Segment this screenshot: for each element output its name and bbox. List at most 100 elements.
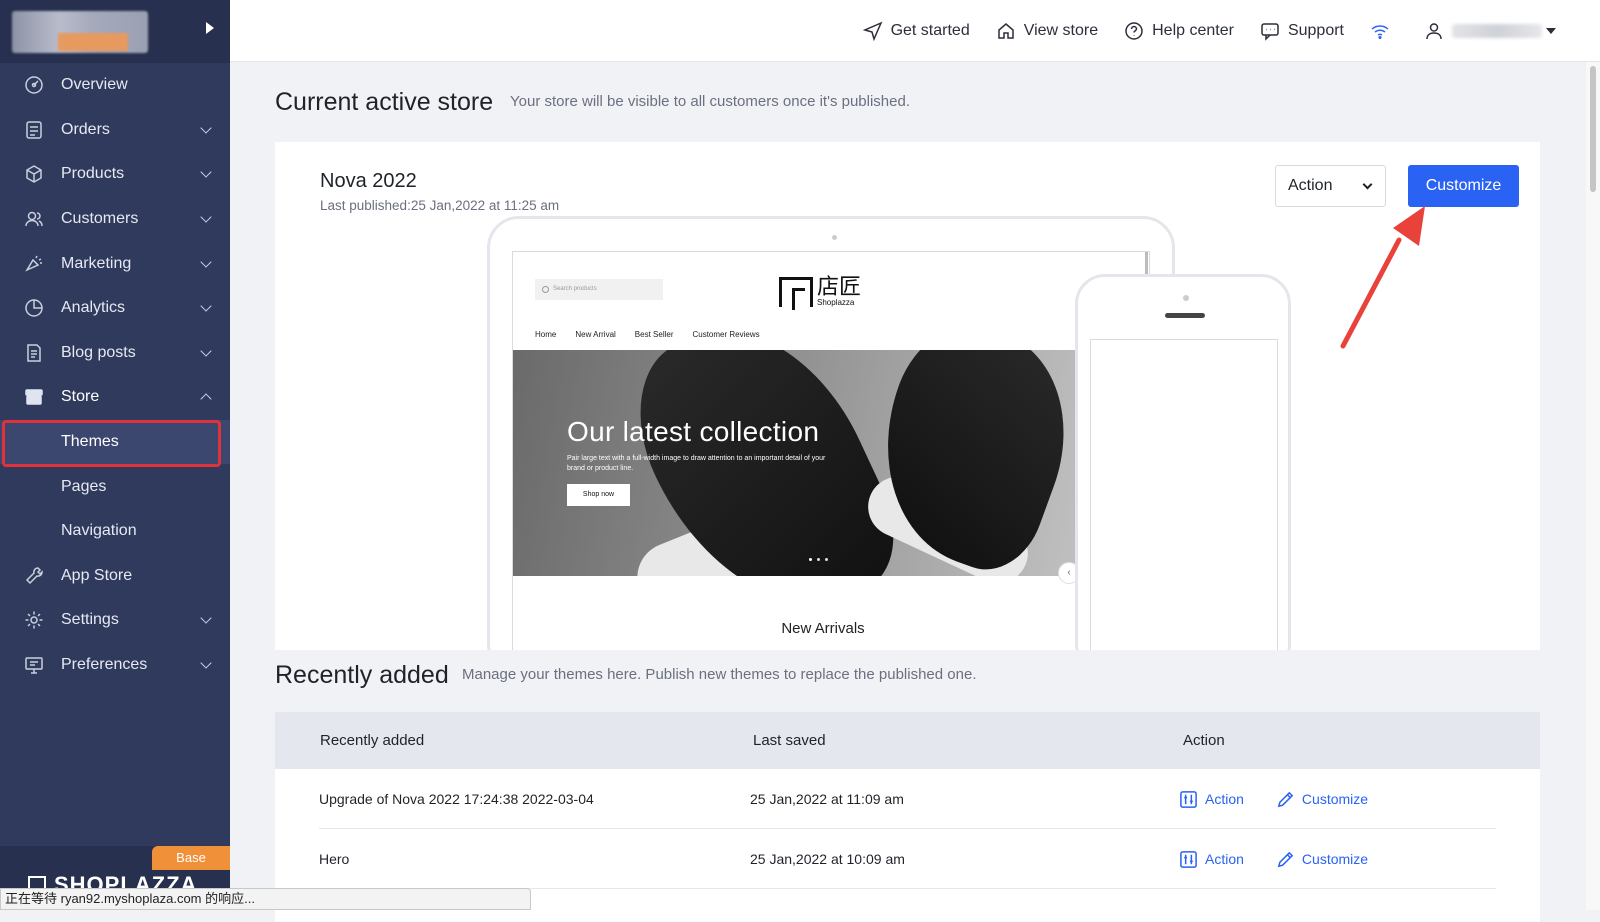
preview-search: Search products (535, 279, 663, 300)
last-published: Last published:25 Jan,2022 at 11:25 am (320, 198, 559, 213)
sidebar-item-label: Blog posts (61, 344, 202, 362)
page-subtitle: Your store will be visible to all custom… (510, 93, 910, 110)
row-action-button[interactable]: Action (1179, 850, 1244, 869)
preview-logo: 店匠 Shoplazza (779, 276, 861, 307)
user-menu[interactable] (1424, 21, 1556, 41)
column-header: Recently added (320, 732, 424, 749)
sidebar-item-pages[interactable]: Pages (0, 464, 230, 509)
sidebar-item-label: Analytics (61, 299, 202, 317)
phone-preview (1075, 274, 1291, 650)
orders-icon (24, 120, 44, 140)
table-header: Recently added Last saved Action (275, 712, 1540, 769)
tablet-camera (832, 235, 837, 240)
caret-down-icon (1546, 28, 1556, 34)
sidebar: Overview Orders Products Customers Marke… (0, 0, 230, 910)
hero-text: Our latest collection Pair large text wi… (567, 416, 837, 506)
shoplazza-mark-icon (779, 277, 813, 307)
preview-nav: Home New Arrival Best Seller Customer Re… (535, 330, 779, 339)
sidebar-item-analytics[interactable]: Analytics (0, 286, 230, 331)
analytics-icon (24, 298, 44, 318)
sidebar-item-label: Store (61, 388, 202, 406)
preview-section-title: New Arrivals (513, 620, 1133, 637)
preview-nav-item: Customer Reviews (692, 330, 759, 339)
preview-nav-item: New Arrival (575, 330, 615, 339)
products-icon (24, 164, 44, 184)
active-theme-card: Nova 2022 Last published:25 Jan,2022 at … (275, 142, 1540, 650)
hero-shop-button: Shop now (567, 484, 630, 506)
theme-name: Nova 2022 (320, 170, 417, 193)
home-icon (996, 21, 1016, 41)
get-started-link[interactable]: Get started (863, 21, 970, 41)
last-saved-cell: 25 Jan,2022 at 11:09 am (750, 769, 904, 829)
sidebar-item-orders[interactable]: Orders (0, 108, 230, 153)
recently-added-subtitle: Manage your themes here. Publish new the… (462, 666, 976, 683)
sidebar-item-navigation[interactable]: Navigation (0, 509, 230, 554)
preview-logo-en: Shoplazza (817, 298, 861, 307)
page-title: Current active store (275, 88, 493, 117)
hero-description: Pair large text with a full-width image … (567, 454, 837, 474)
browser-status-bar: 正在等待 ryan92.myshoplaza.com 的响应... (0, 888, 531, 910)
sidebar-item-label: App Store (61, 567, 210, 585)
phone-camera (1183, 295, 1189, 301)
sidebar-item-label: Navigation (61, 522, 210, 540)
sidebar-item-settings[interactable]: Settings (0, 598, 230, 643)
support-link[interactable]: Support (1260, 21, 1344, 41)
row-customize-button[interactable]: Customize (1276, 850, 1368, 869)
user-icon (1424, 21, 1444, 41)
last-saved-cell: 25 Jan,2022 at 10:09 am (750, 829, 905, 889)
sidebar-item-blog-posts[interactable]: Blog posts (0, 331, 230, 376)
page-scrollbar[interactable] (1586, 62, 1600, 910)
wifi-icon[interactable] (1370, 21, 1398, 41)
dashboard-icon (24, 75, 44, 95)
carousel-dots (809, 558, 833, 561)
sidebar-item-label: Overview (61, 76, 210, 94)
row-action-label: Action (1205, 851, 1244, 867)
action-dropdown-label: Action (1288, 177, 1332, 195)
sidebar-item-app-store[interactable]: App Store (0, 554, 230, 599)
sidebar-item-label: Orders (61, 121, 202, 139)
app-store-icon (24, 566, 44, 586)
row-customize-button[interactable]: Customize (1276, 790, 1368, 809)
help-center-link[interactable]: Help center (1124, 21, 1234, 41)
sidebar-item-label: Marketing (61, 255, 202, 273)
chevron-down-icon (200, 613, 211, 624)
sidebar-item-label: Customers (61, 210, 202, 228)
sidebar-item-label: Products (61, 165, 202, 183)
sidebar-item-label: Preferences (61, 656, 202, 674)
row-action-button[interactable]: Action (1179, 790, 1244, 809)
sidebar-item-products[interactable]: Products (0, 152, 230, 197)
store-icon (24, 387, 44, 407)
theme-name-cell: Upgrade of Nova 2022 17:24:38 2022-03-04 (319, 769, 594, 829)
view-store-link[interactable]: View store (996, 21, 1098, 41)
sidebar-item-customers[interactable]: Customers (0, 197, 230, 242)
view-store-label: View store (1024, 22, 1098, 40)
chat-icon (1260, 21, 1280, 41)
sidebar-item-preferences[interactable]: Preferences (0, 643, 230, 688)
pencil-icon (1276, 790, 1295, 809)
row-customize-label: Customize (1302, 791, 1368, 807)
sidebar-item-label: Pages (61, 478, 210, 496)
store-header (0, 0, 230, 63)
phone-speaker (1165, 313, 1205, 318)
column-header: Last saved (753, 732, 826, 749)
preview-nav-item: Best Seller (635, 330, 674, 339)
chevron-down-icon (1363, 179, 1373, 189)
actions-cell: Action Customize (1179, 769, 1400, 829)
sidebar-toggle-icon[interactable] (206, 22, 214, 34)
actions-cell: Action Customize (1179, 829, 1400, 889)
scrollbar-thumb[interactable] (1590, 66, 1596, 192)
phone-screen (1090, 339, 1278, 650)
chevron-down-icon (200, 256, 211, 267)
themes-highlight-box (2, 420, 221, 467)
sidebar-item-marketing[interactable]: Marketing (0, 241, 230, 286)
sliders-icon (1179, 790, 1198, 809)
chevron-down-icon (200, 211, 211, 222)
store-logo[interactable] (12, 11, 148, 53)
preferences-icon (24, 655, 44, 675)
sidebar-item-store[interactable]: Store (0, 375, 230, 420)
sidebar-item-overview[interactable]: Overview (0, 63, 230, 108)
top-bar: Get started View store Help center Suppo… (230, 0, 1600, 62)
get-started-label: Get started (891, 22, 970, 40)
chevron-down-icon (200, 657, 211, 668)
chevron-up-icon (200, 394, 211, 405)
